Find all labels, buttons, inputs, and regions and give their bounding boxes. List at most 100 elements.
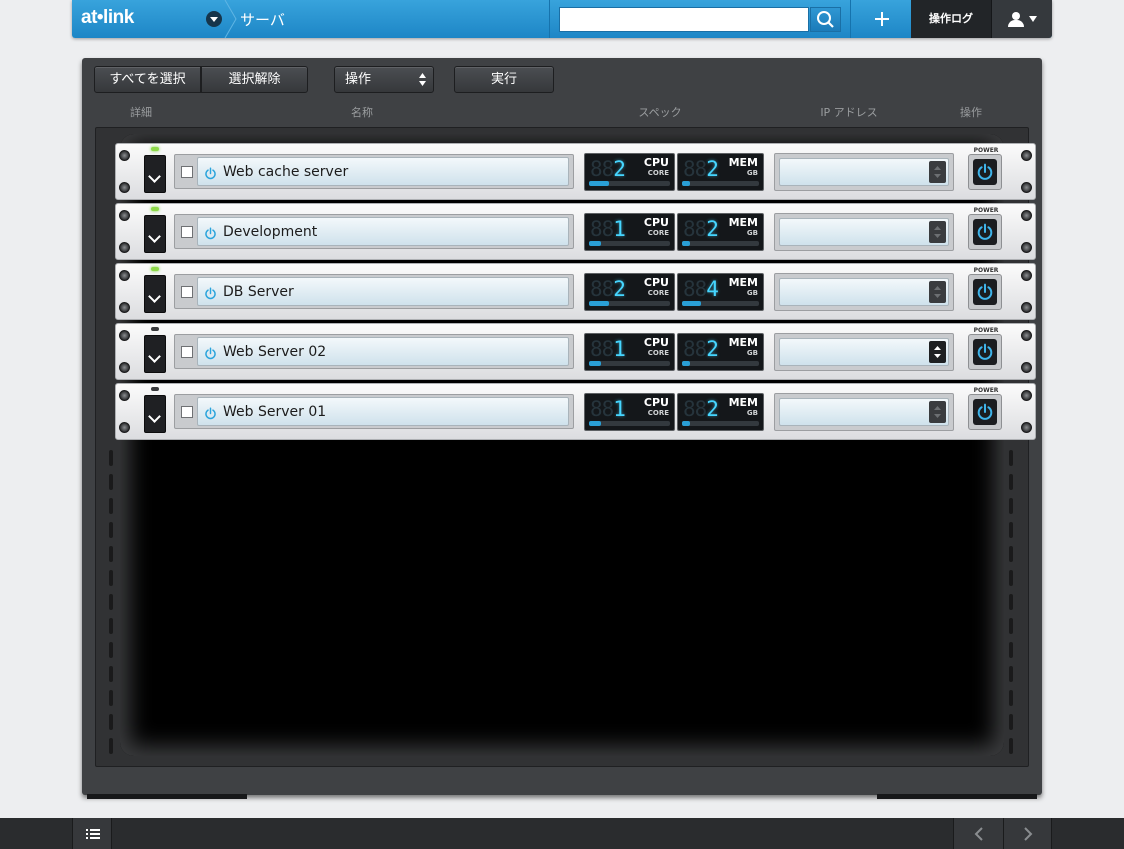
mem-unit-label: GB xyxy=(746,229,758,237)
server-name-field[interactable]: Web cache server xyxy=(197,157,569,186)
power-icon xyxy=(977,343,993,360)
mem-gb-value: 2 xyxy=(706,157,719,181)
server-name-field[interactable]: Web Server 02 xyxy=(197,337,569,366)
detail-toggle-button[interactable] xyxy=(144,395,166,433)
next-page-button[interactable] xyxy=(1003,818,1052,849)
rack-screw xyxy=(119,150,130,161)
ip-address-select[interactable] xyxy=(779,278,949,306)
power-label: POWER xyxy=(973,387,999,394)
select-arrows-icon xyxy=(419,73,426,86)
cpu-digits: 882 xyxy=(590,277,626,301)
deselect-button[interactable]: 選択解除 xyxy=(201,66,308,93)
search-input[interactable] xyxy=(559,7,809,32)
power-button[interactable] xyxy=(968,394,1002,430)
section-dropdown-icon[interactable] xyxy=(206,11,222,27)
mem-usage-bar xyxy=(682,361,759,366)
select-all-button[interactable]: すべてを選択 xyxy=(94,66,201,93)
server-unit: DB Server 882 CPU CORE 884 MEM GB POWER xyxy=(115,263,1036,320)
mem-usage-bar xyxy=(682,181,759,186)
server-name-field[interactable]: Web Server 01 xyxy=(197,397,569,426)
rack-screw xyxy=(119,330,130,341)
cpu-digits: 881 xyxy=(590,397,626,421)
ip-frame xyxy=(774,273,954,311)
rack-rail-slot-right xyxy=(1009,546,1013,562)
rack-rail-slot-right xyxy=(1009,690,1013,706)
rack-rail-slot-left xyxy=(109,474,113,490)
ip-frame xyxy=(774,333,954,371)
power-icon xyxy=(977,223,993,240)
detail-toggle-button[interactable] xyxy=(144,335,166,373)
operation-log-button[interactable]: 操作ログ xyxy=(911,0,991,38)
cpu-unit-label: CORE xyxy=(647,349,669,357)
server-checkbox[interactable] xyxy=(181,406,193,418)
top-header: at•link サーバ 操作ログ xyxy=(72,0,1052,38)
detail-toggle-button[interactable] xyxy=(144,155,166,193)
ip-frame xyxy=(774,213,954,251)
ip-address-select[interactable] xyxy=(779,218,949,246)
list-view-button[interactable] xyxy=(72,818,112,849)
rack-rail-slot-left xyxy=(109,522,113,538)
power-button[interactable] xyxy=(968,214,1002,250)
cpu-usage-fill xyxy=(589,361,602,366)
mem-label: MEM xyxy=(728,276,758,289)
cpu-label: CPU xyxy=(643,156,669,169)
app-logo[interactable]: at•link xyxy=(81,7,134,29)
name-frame: DB Server xyxy=(174,274,574,309)
power-status-icon xyxy=(205,287,216,300)
mem-spec-display: 884 MEM GB xyxy=(677,273,764,311)
server-name-field[interactable]: Development xyxy=(197,217,569,246)
cpu-label: CPU xyxy=(643,276,669,289)
power-label: POWER xyxy=(973,267,999,274)
power-status-icon xyxy=(205,407,216,420)
rack-screw xyxy=(1021,302,1032,313)
server-name: Web Server 02 xyxy=(223,344,327,360)
execute-button[interactable]: 実行 xyxy=(454,66,554,93)
rack-rail-slot-right xyxy=(1009,522,1013,538)
server-name: Web cache server xyxy=(223,164,349,180)
mem-usage-bar xyxy=(682,301,759,306)
cpu-digits: 881 xyxy=(590,337,626,361)
prev-page-button[interactable] xyxy=(953,818,1003,849)
mem-unit-label: GB xyxy=(746,169,758,177)
chevron-right-icon xyxy=(1024,827,1033,841)
power-status-icon xyxy=(205,347,216,360)
detail-toggle-button[interactable] xyxy=(144,215,166,253)
list-icon xyxy=(86,829,100,839)
server-checkbox[interactable] xyxy=(181,286,193,298)
ip-address-select[interactable] xyxy=(779,158,949,186)
ip-address-select[interactable] xyxy=(779,398,949,426)
cpu-spec-display: 882 CPU CORE xyxy=(584,153,675,191)
add-server-button[interactable] xyxy=(850,0,911,38)
detail-toggle-button[interactable] xyxy=(144,275,166,313)
rack-screw xyxy=(119,270,130,281)
server-checkbox[interactable] xyxy=(181,166,193,178)
search-button[interactable] xyxy=(810,7,841,32)
operation-select-value: 操作 xyxy=(345,72,372,87)
mem-usage-fill xyxy=(682,361,690,366)
breadcrumb[interactable]: サーバ xyxy=(240,9,285,30)
cpu-core-value: 2 xyxy=(613,157,626,181)
cpu-spec-display: 881 CPU CORE xyxy=(584,213,675,251)
server-checkbox[interactable] xyxy=(181,226,193,238)
operation-select[interactable]: 操作 xyxy=(334,66,434,93)
rack-screw xyxy=(1021,270,1032,281)
rack-screw xyxy=(119,302,130,313)
rack-screw xyxy=(1021,182,1032,193)
ip-address-select[interactable] xyxy=(779,338,949,366)
rack-screw xyxy=(1021,330,1032,341)
power-button[interactable] xyxy=(968,154,1002,190)
power-button[interactable] xyxy=(968,334,1002,370)
user-menu-button[interactable] xyxy=(991,0,1052,38)
power-button[interactable] xyxy=(968,274,1002,310)
power-status-icon xyxy=(205,227,216,240)
mem-gb-value: 2 xyxy=(706,337,719,361)
server-name-field[interactable]: DB Server xyxy=(197,277,569,306)
name-frame: Web Server 01 xyxy=(174,394,574,429)
rack-rail-slot-right xyxy=(1009,714,1013,730)
server-checkbox[interactable] xyxy=(181,346,193,358)
power-icon xyxy=(977,403,993,420)
rack-rail-slot-right xyxy=(1009,666,1013,682)
cpu-digits: 882 xyxy=(590,157,626,181)
mem-spec-display: 882 MEM GB xyxy=(677,333,764,371)
column-header-ip: IP アドレス xyxy=(820,106,878,119)
